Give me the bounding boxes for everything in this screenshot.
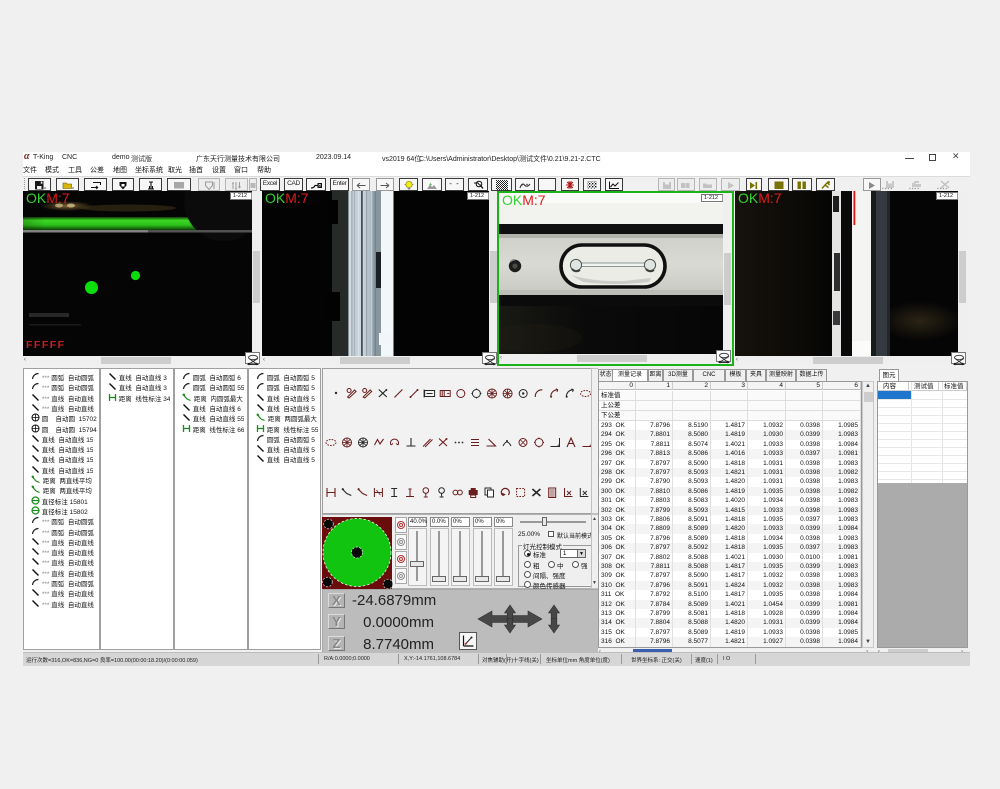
svg-text:FFFFF: FFFFF [26, 339, 66, 351]
